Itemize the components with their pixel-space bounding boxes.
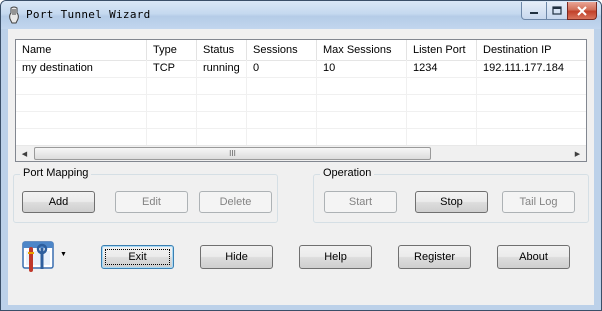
grip-icon: III bbox=[229, 149, 236, 158]
horizontal-scrollbar[interactable]: ◀ III ▶ bbox=[16, 145, 586, 161]
scroll-left-button[interactable]: ◀ bbox=[16, 146, 33, 162]
button-label: Delete bbox=[219, 196, 252, 208]
add-button[interactable]: Add bbox=[22, 191, 95, 213]
cell-name: my destination bbox=[22, 62, 93, 74]
maximize-icon bbox=[552, 6, 562, 15]
about-button[interactable]: About bbox=[497, 245, 570, 269]
hide-button[interactable]: Hide bbox=[200, 245, 273, 269]
button-label: Edit bbox=[142, 196, 161, 208]
tail-log-button[interactable]: Tail Log bbox=[502, 191, 575, 213]
button-label: Tail Log bbox=[519, 196, 558, 208]
app-window: Port Tunnel Wizard Name Type Status Sess… bbox=[0, 0, 602, 311]
cell-sessions: 0 bbox=[253, 62, 260, 74]
button-label: Hide bbox=[225, 251, 248, 263]
grid-line bbox=[16, 94, 586, 95]
cell-type: TCP bbox=[153, 62, 175, 74]
focus-ring bbox=[105, 249, 170, 265]
column-header-status[interactable]: Status bbox=[197, 40, 247, 60]
cell-listen-port: 1234 bbox=[413, 62, 438, 74]
grid-line bbox=[16, 111, 586, 112]
register-button[interactable]: Register bbox=[398, 245, 471, 269]
tools-dropdown-arrow-icon[interactable]: ▼ bbox=[60, 251, 67, 258]
column-header-listen-port[interactable]: Listen Port bbox=[407, 40, 477, 60]
app-icon bbox=[9, 6, 19, 24]
arrow-right-icon: ▶ bbox=[574, 151, 581, 158]
port-tunnel-list[interactable]: Name Type Status Sessions Max Sessions L… bbox=[15, 39, 587, 162]
button-label: About bbox=[519, 251, 548, 263]
button-label: Help bbox=[324, 251, 347, 263]
scroll-thumb[interactable]: III bbox=[34, 147, 431, 160]
start-button[interactable]: Start bbox=[324, 191, 397, 213]
list-header: Name Type Status Sessions Max Sessions L… bbox=[16, 40, 586, 61]
tools-icon[interactable] bbox=[22, 239, 56, 273]
button-label: Register bbox=[414, 251, 455, 263]
delete-button[interactable]: Delete bbox=[199, 191, 272, 213]
column-header-max-sessions[interactable]: Max Sessions bbox=[317, 40, 407, 60]
group-label: Port Mapping bbox=[20, 167, 92, 179]
client-area: Name Type Status Sessions Max Sessions L… bbox=[8, 29, 594, 305]
arrow-left-icon: ◀ bbox=[21, 151, 28, 158]
button-label: Start bbox=[348, 196, 373, 208]
grid-line bbox=[16, 128, 586, 129]
cell-status: running bbox=[203, 62, 240, 74]
group-label: Operation bbox=[320, 167, 375, 179]
column-header-destination-ip[interactable]: Destination IP bbox=[477, 40, 586, 60]
grid-line bbox=[16, 77, 586, 78]
stop-button[interactable]: Stop bbox=[415, 191, 488, 213]
column-header-sessions[interactable]: Sessions bbox=[247, 40, 317, 60]
scroll-right-button[interactable]: ▶ bbox=[569, 146, 586, 162]
maximize-button[interactable] bbox=[546, 2, 568, 20]
button-label: Stop bbox=[440, 196, 463, 208]
close-icon bbox=[577, 5, 587, 16]
exit-button[interactable]: Exit bbox=[101, 245, 174, 269]
close-button[interactable] bbox=[567, 2, 597, 20]
column-header-name[interactable]: Name bbox=[16, 40, 147, 60]
minimize-icon bbox=[530, 11, 538, 14]
minimize-button[interactable] bbox=[521, 2, 547, 20]
button-label: Add bbox=[48, 196, 69, 208]
edit-button[interactable]: Edit bbox=[115, 191, 188, 213]
table-row[interactable]: my destination TCP running 0 10 1234 192… bbox=[16, 60, 586, 77]
title-bar[interactable]: Port Tunnel Wizard bbox=[1, 1, 601, 29]
column-header-type[interactable]: Type bbox=[147, 40, 197, 60]
cell-destination-ip: 192.111.177.184 bbox=[483, 62, 564, 74]
help-button[interactable]: Help bbox=[299, 245, 372, 269]
cell-max-sessions: 10 bbox=[323, 62, 336, 74]
window-title: Port Tunnel Wizard bbox=[26, 8, 151, 21]
